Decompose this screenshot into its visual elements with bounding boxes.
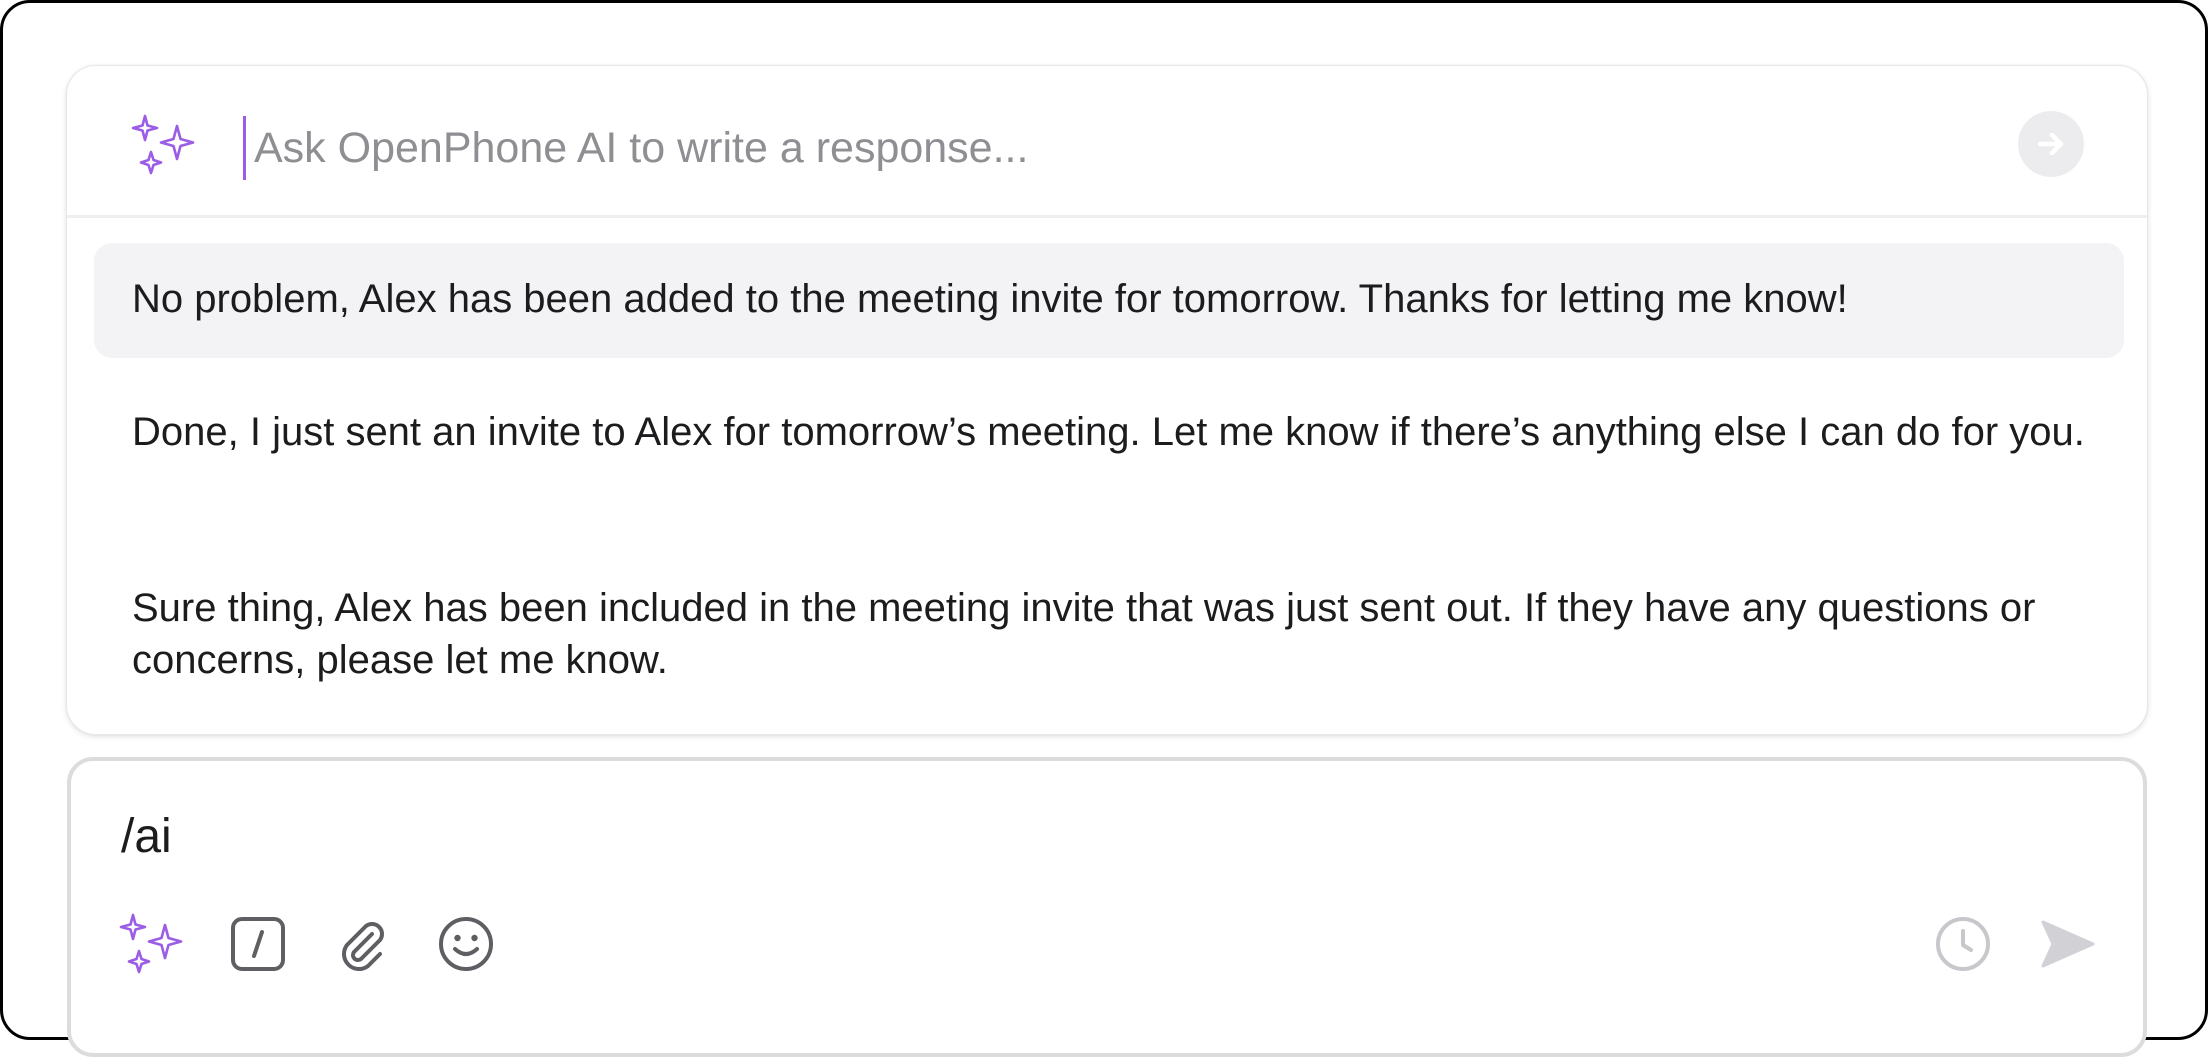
attach-button[interactable] xyxy=(329,911,395,977)
ai-prompt-input[interactable] xyxy=(243,116,2014,180)
suggestion-text: Sure thing, Alex has been included in th… xyxy=(132,586,2036,682)
suggestion-item-2[interactable]: Done, I just sent an invite to Alex for … xyxy=(94,406,2124,546)
composer-input-text[interactable]: /ai xyxy=(121,809,172,864)
arrow-right-circle-icon xyxy=(2037,132,2064,156)
ai-button[interactable] xyxy=(119,911,185,977)
app-frame: No problem, Alex has been added to the m… xyxy=(0,0,2208,1057)
sparkles-icon xyxy=(119,913,183,974)
schedule-button[interactable] xyxy=(1930,911,1996,977)
suggestion-item-3[interactable]: Sure thing, Alex has been included in th… xyxy=(94,582,2124,722)
emoji-button[interactable] xyxy=(433,911,499,977)
message-composer[interactable]: /ai xyxy=(67,757,2147,1057)
sparkles-icon xyxy=(131,114,195,175)
ai-prompt-header xyxy=(67,66,2147,218)
slash-command-button[interactable] xyxy=(225,911,291,977)
suggestion-text: Done, I just sent an invite to Alex for … xyxy=(132,410,2085,454)
ai-submit-button[interactable] xyxy=(2018,111,2084,177)
emoji-icon xyxy=(439,917,493,971)
send-button[interactable] xyxy=(2034,911,2100,977)
suggestion-text: No problem, Alex has been added to the m… xyxy=(132,277,1848,321)
clock-icon xyxy=(1936,917,1990,971)
paperclip-icon xyxy=(342,922,384,971)
suggestion-item-1[interactable]: No problem, Alex has been added to the m… xyxy=(94,243,2124,358)
ai-suggestions-panel: No problem, Alex has been added to the m… xyxy=(66,65,2148,735)
send-icon xyxy=(2041,920,2095,968)
slash-command-icon xyxy=(231,917,285,971)
